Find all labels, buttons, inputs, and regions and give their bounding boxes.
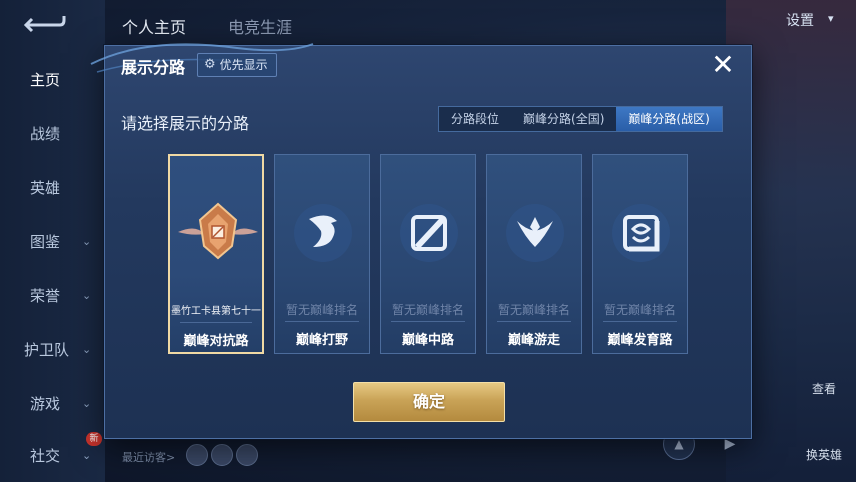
card-rank-text: 暂无巅峰排名 <box>603 303 676 317</box>
recent-visitor-avatars <box>186 444 261 470</box>
swap-hero-button[interactable]: 换英雄 <box>806 446 842 463</box>
nav-item-label: 游戏 <box>30 395 61 413</box>
nav-item-label: 社交 <box>30 447 61 465</box>
gear-icon: ⚙ <box>204 57 216 72</box>
nav-item-label: 主页 <box>30 71 61 89</box>
nav-item-label: 护卫队 <box>24 341 70 359</box>
nav-item-heroes[interactable]: 英雄 <box>0 168 100 208</box>
nav-item-label: 英雄 <box>30 179 61 197</box>
confirm-button[interactable]: 确定 <box>353 382 505 422</box>
strategy-button[interactable]: 查看 <box>812 380 836 397</box>
card-rank-text: 暂无巅峰排名 <box>391 303 464 317</box>
card-lane-label: 巅峰对抗路 <box>183 334 249 349</box>
clash-lane-badge-icon <box>178 202 258 260</box>
chevron-down-icon: ⌄ <box>82 289 92 302</box>
nav-item-collection[interactable]: 图鉴 ⌄ <box>0 222 100 262</box>
lane-card-clash[interactable]: 墨竹工卡县第七十一 巅峰对抗路 <box>168 154 264 354</box>
lane-display-dialog: 展示分路 ⚙ 优先显示 ✕ 请选择展示的分路 分路段位 巅峰分路(全国) 巅峰分… <box>90 43 752 439</box>
chevron-down-icon: ▾ <box>828 12 834 25</box>
nav-item-label: 战绩 <box>30 125 61 143</box>
nav-item-home[interactable]: 主页 <box>0 60 100 100</box>
dialog-title: 展示分路 <box>121 58 186 77</box>
lane-card-roam[interactable]: 暂无巅峰排名 巅峰游走 <box>486 154 582 354</box>
lane-card-mid[interactable]: 暂无巅峰排名 巅峰中路 <box>380 154 476 354</box>
card-divider <box>603 321 677 322</box>
nav-item-guard-team[interactable]: 护卫队 ⌄ <box>0 330 100 370</box>
nav-item-social[interactable]: 社交 ⌄ <box>0 436 100 476</box>
settings-button[interactable]: 设置 <box>786 10 814 30</box>
card-rank-text: 暂无巅峰排名 <box>497 303 570 317</box>
lane-card-farm[interactable]: 暂无巅峰排名 巅峰发育路 <box>592 154 688 354</box>
nav-item-label: 图鉴 <box>30 233 61 251</box>
lane-source-segmented-control: 分路段位 巅峰分路(全国) 巅峰分路(战区) <box>438 106 723 132</box>
avatar[interactable] <box>186 444 208 466</box>
priority-display-button[interactable]: ⚙ 优先显示 <box>197 53 277 77</box>
card-lane-label: 巅峰发育路 <box>607 333 673 348</box>
new-badge: 新 <box>86 432 102 446</box>
nav-item-honor[interactable]: 荣誉 ⌄ <box>0 276 100 316</box>
close-icon[interactable]: ✕ <box>709 51 737 80</box>
nav-item-record[interactable]: 战绩 <box>0 114 100 154</box>
card-divider <box>180 322 252 323</box>
card-lane-label: 巅峰中路 <box>401 333 454 348</box>
roam-wings-icon <box>506 204 564 262</box>
dialog-subtitle: 请选择展示的分路 <box>121 114 250 133</box>
chevron-down-icon: ⌄ <box>82 235 92 248</box>
chevron-down-icon: ⌄ <box>82 397 92 410</box>
card-lane-label: 巅峰打野 <box>295 333 348 348</box>
card-divider <box>391 321 465 322</box>
card-rank-text: 墨竹工卡县第七十一 <box>171 306 261 317</box>
card-lane-label: 巅峰游走 <box>507 333 560 348</box>
priority-display-label: 优先显示 <box>219 58 268 72</box>
chevron-down-icon: ⌄ <box>82 343 92 356</box>
tab-peak-national[interactable]: 巅峰分路(全国) <box>511 107 616 131</box>
jungle-dragon-icon <box>294 204 352 262</box>
lane-card-jungle[interactable]: 暂无巅峰排名 巅峰打野 <box>274 154 370 354</box>
back-arrow-icon[interactable] <box>22 14 66 36</box>
mid-lane-icon <box>400 204 458 262</box>
card-divider <box>497 321 571 322</box>
avatar[interactable] <box>236 444 258 466</box>
nav-item-label: 荣誉 <box>30 287 61 305</box>
card-divider <box>285 321 359 322</box>
nav-item-game[interactable]: 游戏 ⌄ <box>0 384 100 424</box>
farm-lane-icon <box>612 204 670 262</box>
tab-peak-region[interactable]: 巅峰分路(战区) <box>616 107 722 131</box>
card-rank-text: 暂无巅峰排名 <box>285 303 358 317</box>
tab-lane-rank[interactable]: 分路段位 <box>439 107 511 131</box>
avatar[interactable] <box>211 444 233 466</box>
recent-visitors-link[interactable]: 最近访客> <box>122 449 175 465</box>
